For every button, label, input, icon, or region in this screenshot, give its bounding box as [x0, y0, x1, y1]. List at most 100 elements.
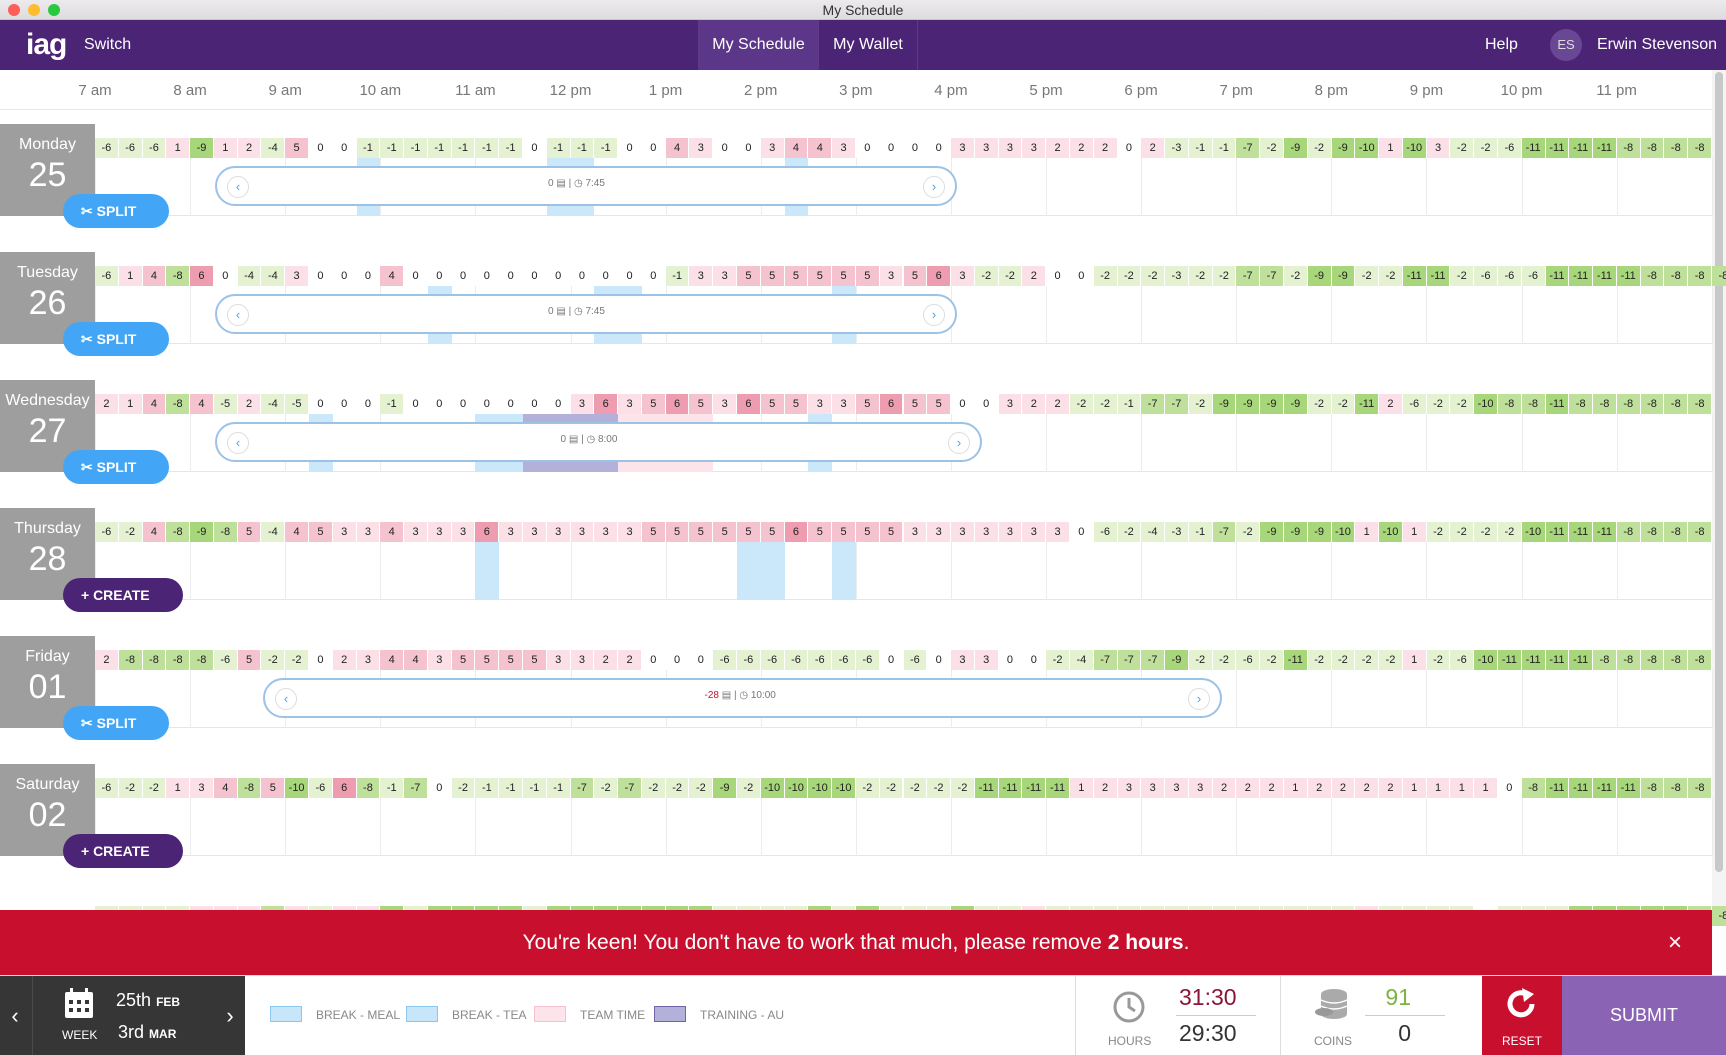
- demand-cell[interactable]: 4: [380, 266, 404, 286]
- demand-cell[interactable]: 1: [1355, 522, 1379, 542]
- demand-cell[interactable]: 4: [784, 138, 808, 158]
- demand-cell[interactable]: 6: [190, 266, 213, 286]
- demand-cell[interactable]: 0: [356, 394, 380, 414]
- demand-cell[interactable]: -11: [1046, 778, 1069, 798]
- demand-cell[interactable]: -6: [95, 522, 118, 542]
- demand-cell[interactable]: -1: [380, 394, 404, 414]
- demand-cell[interactable]: -3: [1165, 266, 1188, 286]
- demand-cell[interactable]: 5: [285, 138, 308, 158]
- demand-cell[interactable]: -2: [285, 650, 308, 670]
- demand-cell[interactable]: -2: [1046, 650, 1069, 670]
- demand-cell[interactable]: 4: [404, 650, 427, 670]
- demand-cell[interactable]: 5: [309, 522, 332, 542]
- demand-cell[interactable]: 0: [570, 266, 594, 286]
- demand-cell[interactable]: -7: [570, 778, 594, 798]
- demand-cell[interactable]: 6: [784, 522, 808, 542]
- demand-cell[interactable]: 5: [760, 522, 784, 542]
- demand-cell[interactable]: 0: [641, 650, 665, 670]
- demand-cell[interactable]: -11: [1569, 650, 1593, 670]
- demand-cell[interactable]: 2: [1093, 138, 1117, 158]
- demand-cell[interactable]: -2: [1093, 266, 1117, 286]
- demand-cell[interactable]: -2: [594, 778, 618, 798]
- demand-cell[interactable]: -11: [1545, 266, 1569, 286]
- demand-cell[interactable]: -7: [1141, 394, 1165, 414]
- demand-cell[interactable]: 0: [309, 394, 332, 414]
- demand-cell[interactable]: 3: [974, 138, 998, 158]
- demand-cell[interactable]: 4: [142, 522, 166, 542]
- demand-cell[interactable]: -2: [1379, 266, 1402, 286]
- demand-cell[interactable]: -2: [118, 778, 142, 798]
- demand-cell[interactable]: 0: [1046, 266, 1069, 286]
- demand-cell[interactable]: -11: [1569, 778, 1593, 798]
- demand-cell[interactable]: 5: [523, 650, 546, 670]
- demand-cell[interactable]: -8: [1664, 650, 1688, 670]
- demand-cell[interactable]: 2: [1331, 778, 1355, 798]
- demand-cell[interactable]: 3: [689, 138, 713, 158]
- demand-cell[interactable]: 3: [808, 394, 832, 414]
- demand-cell[interactable]: 5: [808, 522, 832, 542]
- demand-cell[interactable]: 1: [1379, 138, 1402, 158]
- demand-cell[interactable]: 1: [1402, 650, 1426, 670]
- demand-cell[interactable]: -2: [1450, 522, 1474, 542]
- demand-cell[interactable]: -11: [1569, 266, 1593, 286]
- create-button[interactable]: + CREATE: [63, 578, 183, 612]
- demand-cell[interactable]: 5: [641, 522, 665, 542]
- demand-cell[interactable]: -8: [1640, 266, 1664, 286]
- demand-cell[interactable]: -2: [1188, 266, 1212, 286]
- demand-cell[interactable]: -2: [1450, 138, 1474, 158]
- demand-cell[interactable]: -7: [404, 778, 427, 798]
- demand-cell[interactable]: 3: [832, 394, 855, 414]
- demand-cell[interactable]: 2: [237, 138, 261, 158]
- demand-cell[interactable]: -9: [1283, 394, 1307, 414]
- demand-cell[interactable]: 5: [237, 650, 261, 670]
- demand-cell[interactable]: -1: [665, 266, 689, 286]
- demand-cell[interactable]: 0: [475, 266, 499, 286]
- demand-cell[interactable]: -6: [1521, 266, 1545, 286]
- demand-cell[interactable]: 0: [737, 138, 760, 158]
- demand-cell[interactable]: -4: [237, 266, 261, 286]
- demand-cell[interactable]: 0: [594, 266, 618, 286]
- demand-cell[interactable]: -11: [1521, 650, 1545, 670]
- split-button[interactable]: ✂ SPLIT: [63, 322, 169, 356]
- demand-cell[interactable]: -9: [1331, 266, 1355, 286]
- demand-cell[interactable]: 0: [427, 266, 451, 286]
- demand-cell[interactable]: 0: [689, 650, 713, 670]
- demand-cell[interactable]: 0: [213, 266, 237, 286]
- demand-cell[interactable]: 3: [951, 522, 974, 542]
- demand-cell[interactable]: 5: [832, 266, 855, 286]
- demand-cell[interactable]: 4: [285, 522, 308, 542]
- demand-cell[interactable]: -7: [618, 778, 641, 798]
- demand-cell[interactable]: 2: [95, 394, 118, 414]
- demand-cell[interactable]: 5: [903, 394, 927, 414]
- demand-cell[interactable]: -11: [1569, 522, 1593, 542]
- demand-cell[interactable]: -1: [499, 138, 523, 158]
- shift-bar[interactable]: ‹ › 0 ▤ | ◷ 7:45: [215, 166, 957, 206]
- demand-cell[interactable]: -2: [1069, 394, 1093, 414]
- demand-cell[interactable]: 2: [1141, 138, 1165, 158]
- demand-cell[interactable]: -1: [594, 138, 618, 158]
- demand-cell[interactable]: -8: [118, 650, 142, 670]
- close-window-icon[interactable]: [8, 4, 20, 16]
- demand-cell[interactable]: 5: [879, 522, 903, 542]
- demand-cell[interactable]: -11: [1497, 650, 1521, 670]
- demand-cell[interactable]: 0: [523, 138, 546, 158]
- demand-cell[interactable]: 5: [855, 266, 879, 286]
- demand-cell[interactable]: -2: [1117, 266, 1141, 286]
- help-link[interactable]: Help: [1485, 36, 1518, 54]
- chevron-left-icon[interactable]: ‹: [275, 688, 297, 710]
- demand-cell[interactable]: -2: [879, 778, 903, 798]
- demand-cell[interactable]: 0: [404, 394, 427, 414]
- demand-cell[interactable]: 3: [1165, 778, 1188, 798]
- demand-cell[interactable]: -6: [118, 138, 142, 158]
- demand-cell[interactable]: -10: [784, 778, 808, 798]
- demand-cell[interactable]: -2: [261, 650, 285, 670]
- demand-cell[interactable]: 5: [737, 266, 760, 286]
- demand-cell[interactable]: 4: [808, 138, 832, 158]
- demand-cell[interactable]: 5: [689, 522, 713, 542]
- chevron-left-icon[interactable]: ‹: [227, 176, 249, 198]
- demand-cell[interactable]: -11: [1545, 138, 1569, 158]
- demand-cell[interactable]: 3: [332, 522, 356, 542]
- tab-my-schedule[interactable]: My Schedule: [698, 20, 818, 70]
- demand-cell[interactable]: -2: [142, 778, 166, 798]
- demand-cell[interactable]: 3: [951, 138, 974, 158]
